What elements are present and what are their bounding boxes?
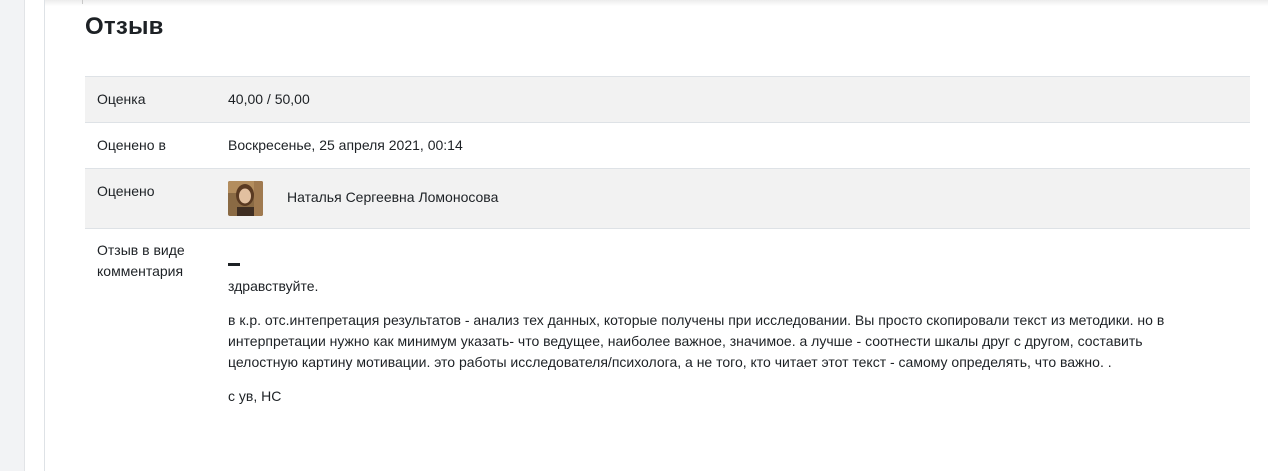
grade-row: Оценка 40,00 / 50,00 bbox=[85, 77, 1250, 123]
comment-signature: с ув, НС bbox=[228, 388, 282, 404]
grader-info: Наталья Сергеевна Ломоносова bbox=[228, 169, 1250, 228]
comment-body: в к.р. отс.интепретация результатов - ан… bbox=[228, 312, 1165, 370]
page-edge-divider bbox=[44, 0, 45, 471]
user-avatar-icon[interactable] bbox=[228, 181, 263, 216]
feedback-comments-content: здравствуйте. в к.р. отс.интепретация ре… bbox=[228, 229, 1250, 420]
graded-by-row: Оценено Наталья Сергеевна Ломоносова bbox=[85, 169, 1250, 229]
graded-on-value: Воскресенье, 25 апреля 2021, 00:14 bbox=[228, 137, 463, 153]
grade-value: 40,00 / 50,00 bbox=[228, 91, 310, 107]
grade-label: Оценка bbox=[97, 91, 146, 107]
top-divider-tick bbox=[82, 0, 83, 4]
grader-name-link[interactable]: Наталья Сергеевна Ломоносова bbox=[287, 187, 498, 208]
dash-mark bbox=[228, 263, 240, 266]
feedback-table: Оценка 40,00 / 50,00 Оценено в Воскресен… bbox=[85, 76, 1250, 420]
left-drawer-rail bbox=[0, 0, 25, 471]
header-shadow bbox=[45, 0, 1268, 6]
feedback-comments-label-line1: Отзыв в виде bbox=[97, 242, 185, 258]
feedback-comments-row: Отзыв в виде комментария здравствуйте. в… bbox=[85, 229, 1250, 420]
graded-on-row: Оценено в Воскресенье, 25 апреля 2021, 0… bbox=[85, 123, 1250, 169]
feedback-comments-label-line2: комментария bbox=[97, 263, 184, 279]
graded-by-label: Оценено bbox=[97, 183, 155, 199]
page-title: Отзыв bbox=[85, 13, 164, 40]
feedback-comments-label: Отзыв в виде комментария bbox=[85, 229, 228, 420]
comment-greeting: здравствуйте. bbox=[228, 278, 319, 294]
graded-on-label: Оценено в bbox=[97, 137, 166, 153]
